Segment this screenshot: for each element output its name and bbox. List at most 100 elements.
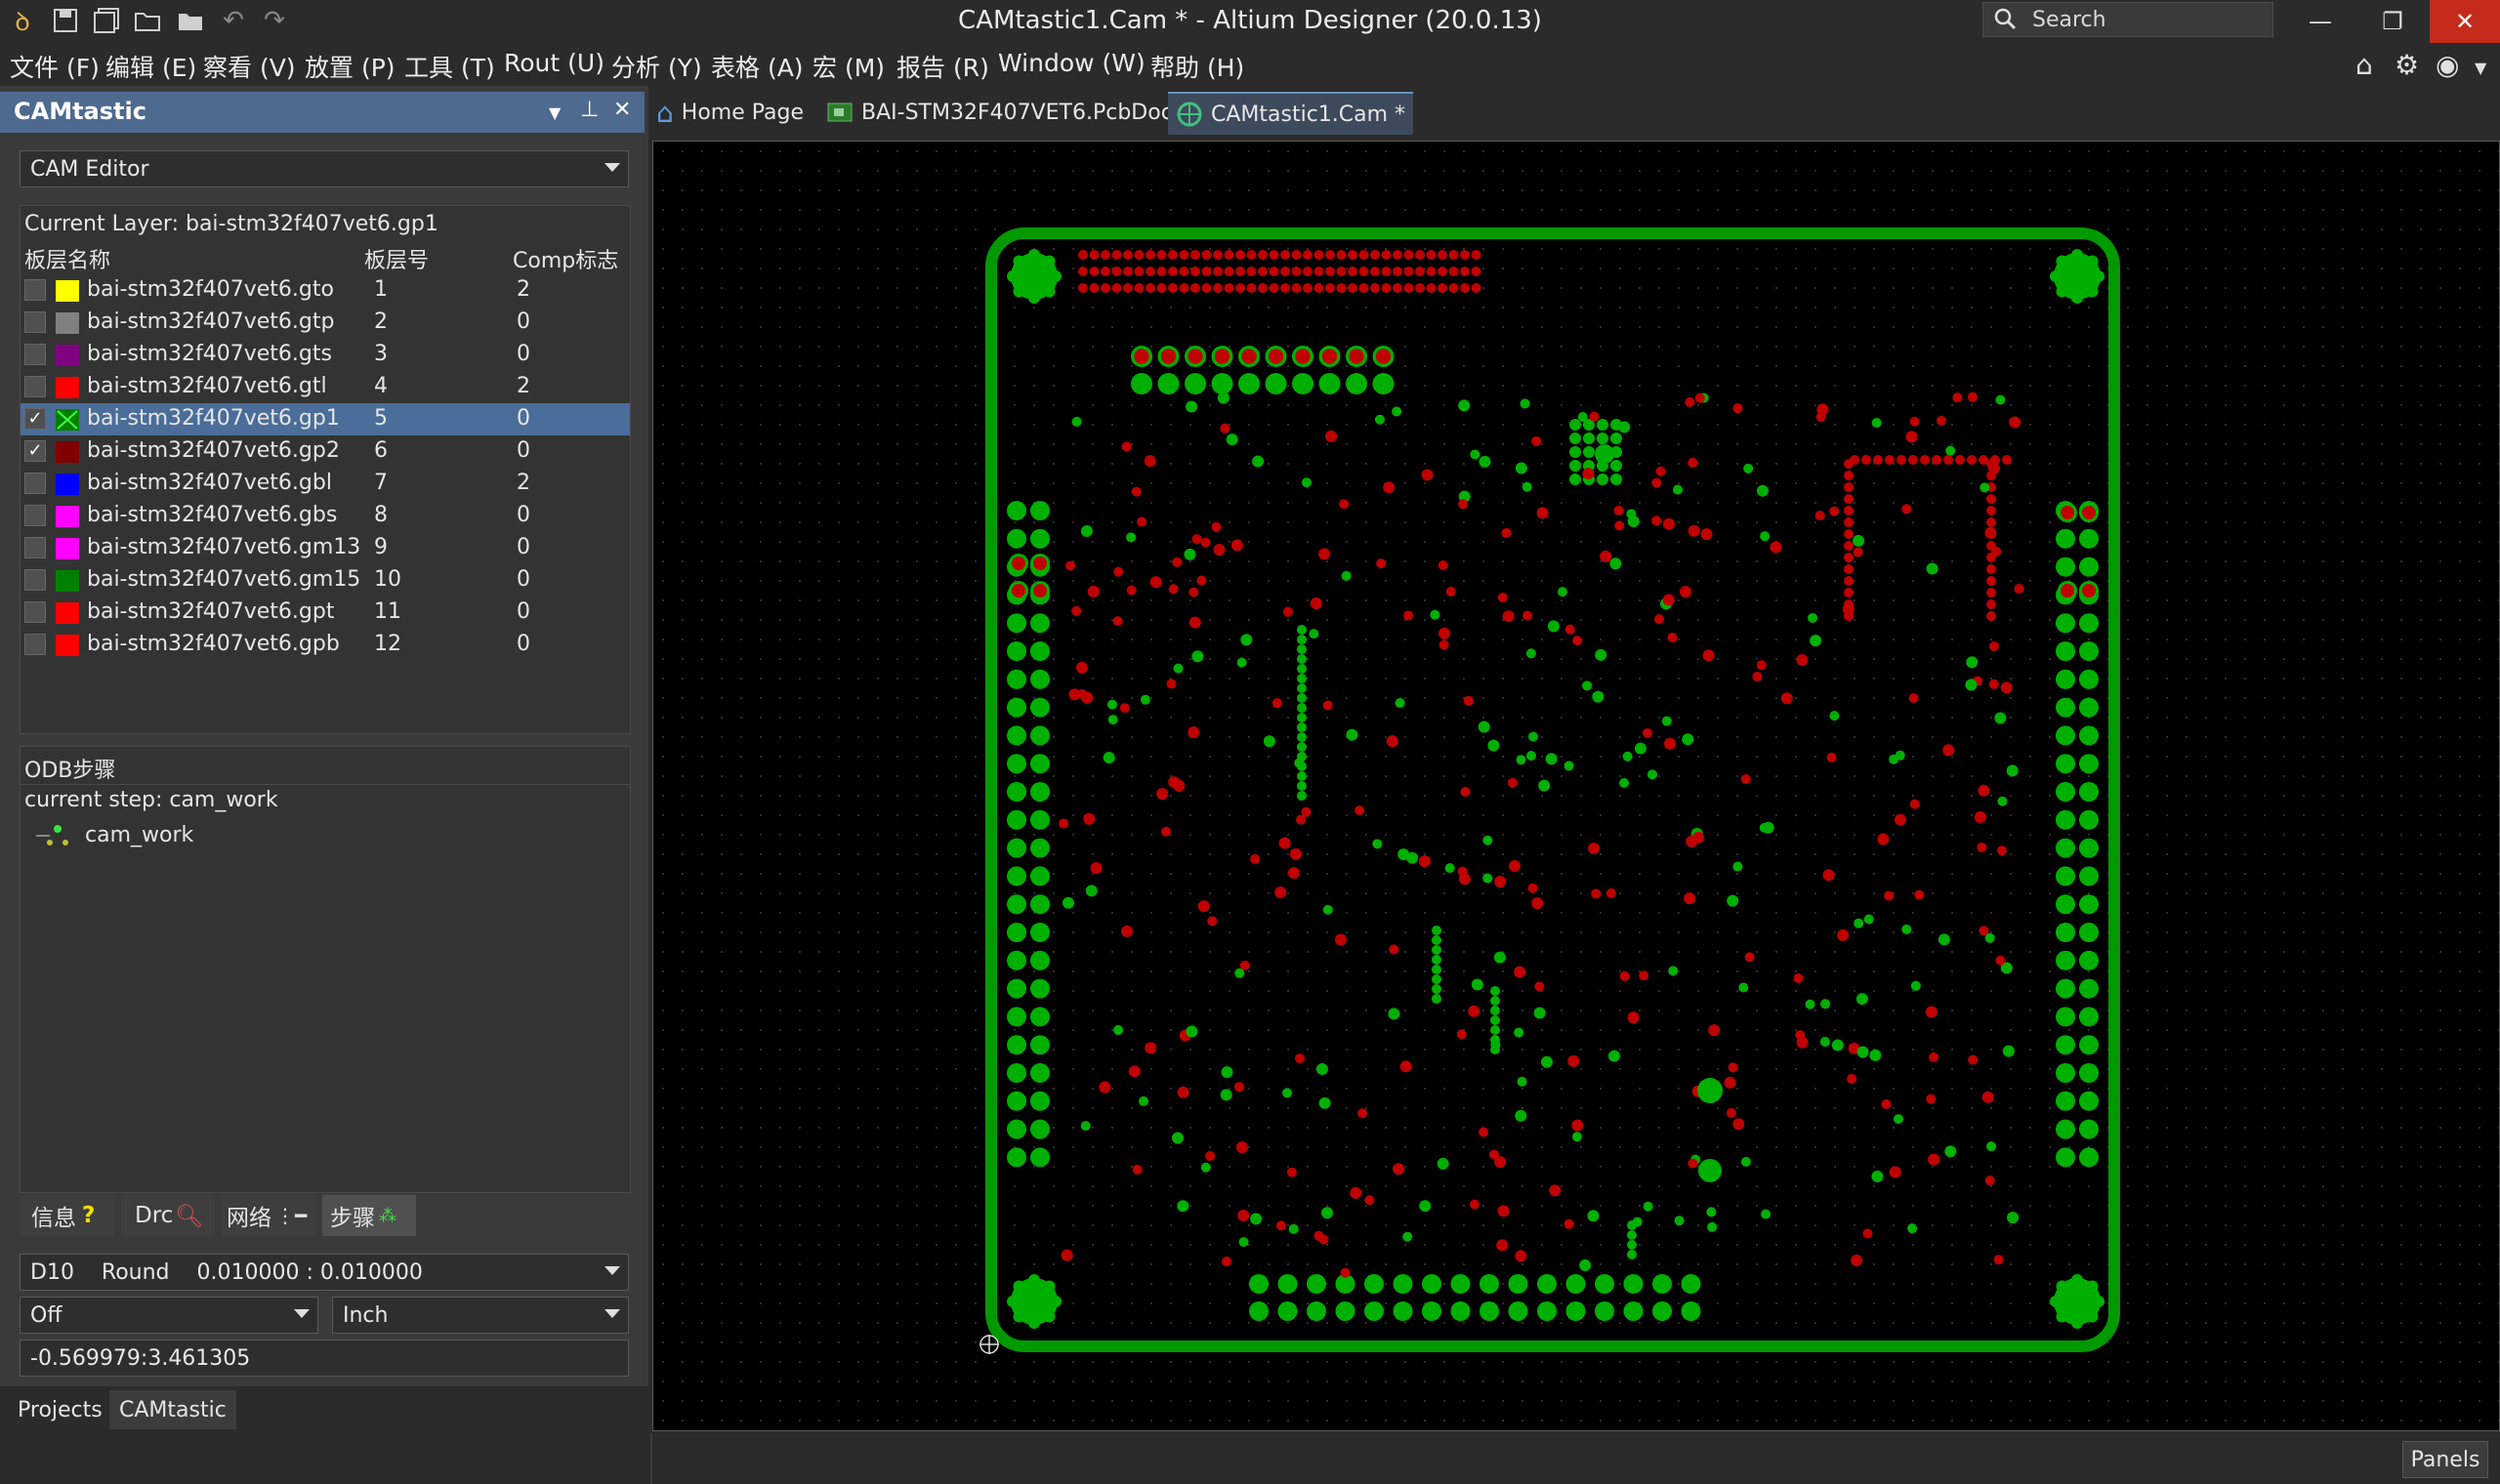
steps-icon: ⁂ [379, 1205, 396, 1226]
menu-analysis[interactable]: 分析 (Y) [611, 49, 702, 84]
save-icon[interactable] [49, 4, 82, 37]
layer-number: 11 [374, 599, 401, 624]
layer-name: bai-stm32f407vet6.gto [87, 277, 334, 302]
layer-row[interactable]: bai-stm32f407vet6.gpt 11 0 [21, 597, 630, 629]
layer-row[interactable]: bai-stm32f407vet6.gtp 2 0 [21, 307, 630, 339]
tab-info[interactable]: 信息 ? [20, 1195, 115, 1236]
column-header-name[interactable]: 板层名称 [24, 243, 110, 274]
menu-help[interactable]: 帮助 (H) [1150, 49, 1244, 84]
layer-name: bai-stm32f407vet6.gpt [87, 599, 335, 624]
menu-file[interactable]: 文件 (F) [10, 49, 100, 84]
coordinates-field[interactable]: -0.569979:3.461305 [20, 1340, 629, 1377]
gear-icon[interactable]: ⚙ [2395, 49, 2419, 81]
tab-camtastic-doc[interactable]: CAMtastic1.Cam * [1168, 92, 1414, 135]
tab-pcbdoc[interactable]: BAI-STM32F407VET6.PcbDoc * [826, 92, 1190, 133]
layer-color-swatch [56, 635, 79, 656]
layer-visibility-checkbox[interactable] [24, 537, 46, 558]
layer-comp-flag: 2 [517, 374, 530, 398]
column-header-num[interactable]: 板层号 [364, 243, 429, 274]
chevron-down-icon [294, 1309, 310, 1318]
layer-visibility-checkbox[interactable] [24, 279, 46, 301]
search-input[interactable]: Search [1982, 2, 2273, 37]
save-all-icon[interactable] [90, 4, 123, 37]
menu-window[interactable]: Window (W) [998, 49, 1146, 77]
layer-visibility-checkbox[interactable] [24, 634, 46, 655]
layer-color-swatch [56, 312, 79, 334]
home-icon[interactable]: ⌂ [2355, 49, 2373, 81]
camtastic-panel: CAMtastic ▼ ⊥ ✕ CAM Editor Current Layer… [0, 86, 648, 1433]
menu-rout[interactable]: Rout (U) [504, 49, 604, 77]
layer-row[interactable]: bai-stm32f407vet6.gts 3 0 [21, 339, 630, 371]
menu-macro[interactable]: 宏 (M) [812, 49, 885, 84]
layer-row[interactable]: bai-stm32f407vet6.gto 1 2 [21, 274, 630, 307]
close-button[interactable]: ✕ [2430, 0, 2500, 43]
layer-name: bai-stm32f407vet6.gbl [87, 471, 332, 495]
open-project-icon[interactable] [174, 4, 207, 37]
layer-color-swatch [56, 474, 79, 495]
layer-row[interactable]: bai-stm32f407vet6.gpb 12 0 [21, 629, 630, 661]
layer-row[interactable]: bai-stm32f407vet6.gtl 4 2 [21, 371, 630, 403]
layer-row[interactable]: bai-stm32f407vet6.gbs 8 0 [21, 500, 630, 532]
layer-visibility-checkbox[interactable]: ✓ [24, 440, 46, 462]
menu-tools[interactable]: 工具 (T) [404, 49, 495, 84]
tab-drc[interactable]: Drc 🔍︎ [121, 1195, 215, 1236]
menu-reports[interactable]: 报告 (R) [896, 49, 989, 84]
odb-title: ODB步骤 [24, 759, 116, 783]
current-layer-label: Current Layer: bai-stm32f407vet6.gp1 [24, 212, 438, 236]
mode-select[interactable]: CAM Editor [20, 150, 629, 187]
user-icon[interactable]: ◉ [2436, 49, 2459, 81]
tab-projects[interactable]: Projects [8, 1390, 112, 1429]
menu-place[interactable]: 放置 (P) [305, 49, 396, 84]
tab-home-page[interactable]: ⌂ Home Page [656, 92, 804, 133]
layer-visibility-checkbox[interactable] [24, 376, 46, 397]
panel-tabs: Projects CAMtastic [0, 1386, 648, 1433]
tab-steps[interactable]: 步骤 ⁂ [322, 1195, 416, 1236]
layer-row[interactable]: ✓ bai-stm32f407vet6.gp2 6 0 [21, 435, 630, 468]
tab-camtastic[interactable]: CAMtastic [109, 1390, 236, 1429]
panel-menu-chevron-icon[interactable]: ▼ [549, 103, 561, 122]
chevron-down-icon [604, 1266, 620, 1275]
layer-comp-flag: 0 [517, 503, 530, 527]
snap-select[interactable]: Off [20, 1297, 318, 1334]
layer-visibility-checkbox[interactable] [24, 344, 46, 365]
step-tree-item[interactable]: cam_work [36, 821, 495, 852]
layer-visibility-checkbox[interactable] [24, 505, 46, 526]
layer-row[interactable]: bai-stm32f407vet6.gm13 9 0 [21, 532, 630, 564]
layer-row[interactable]: ✓ bai-stm32f407vet6.gp1 5 0 [21, 403, 630, 435]
layer-row[interactable]: bai-stm32f407vet6.gbl 7 2 [21, 468, 630, 500]
layer-row[interactable]: bai-stm32f407vet6.gm15 10 0 [21, 564, 630, 597]
layer-visibility-checkbox[interactable] [24, 311, 46, 333]
units-select[interactable]: Inch [332, 1297, 629, 1334]
panels-button[interactable]: Panels [2402, 1441, 2488, 1478]
layer-color-swatch [56, 506, 79, 527]
layer-color-swatch [56, 538, 79, 559]
pin-icon[interactable]: ⊥ [580, 98, 599, 122]
cam-canvas[interactable] [652, 141, 2500, 1431]
layer-visibility-checkbox[interactable] [24, 601, 46, 623]
menu-tables[interactable]: 表格 (A) [711, 49, 804, 84]
pcb-view[interactable] [653, 142, 2499, 1430]
layer-visibility-checkbox[interactable] [24, 569, 46, 591]
restore-button[interactable]: ❐ [2357, 0, 2428, 43]
layer-color-swatch [56, 409, 79, 431]
layer-visibility-checkbox[interactable] [24, 473, 46, 494]
undo-icon[interactable]: ↶ [217, 4, 250, 37]
layer-name: bai-stm32f407vet6.gtl [87, 374, 327, 398]
layer-number: 5 [374, 406, 388, 431]
panel-close-icon[interactable]: ✕ [613, 98, 631, 122]
aperture-value: D10 Round 0.010000 : 0.010000 [30, 1259, 423, 1285]
redo-icon[interactable]: ↷ [258, 4, 291, 37]
units-value: Inch [343, 1302, 389, 1328]
user-chevron-down-icon[interactable]: ▼ [2475, 59, 2486, 77]
minimize-button[interactable]: — [2285, 0, 2355, 43]
column-header-comp[interactable]: Comp标志 [513, 243, 618, 274]
layer-number: 1 [374, 277, 388, 302]
tab-drc-label: Drc [135, 1203, 174, 1228]
menu-edit[interactable]: 编辑 (E) [105, 49, 196, 84]
tab-nets[interactable]: 网络 ⋮━ [221, 1195, 316, 1236]
layer-number: 3 [374, 342, 388, 366]
aperture-select[interactable]: D10 Round 0.010000 : 0.010000 [20, 1254, 629, 1291]
menu-view[interactable]: 察看 (V) [203, 49, 296, 84]
open-folder-icon[interactable] [131, 4, 164, 37]
layer-visibility-checkbox[interactable]: ✓ [24, 408, 46, 430]
